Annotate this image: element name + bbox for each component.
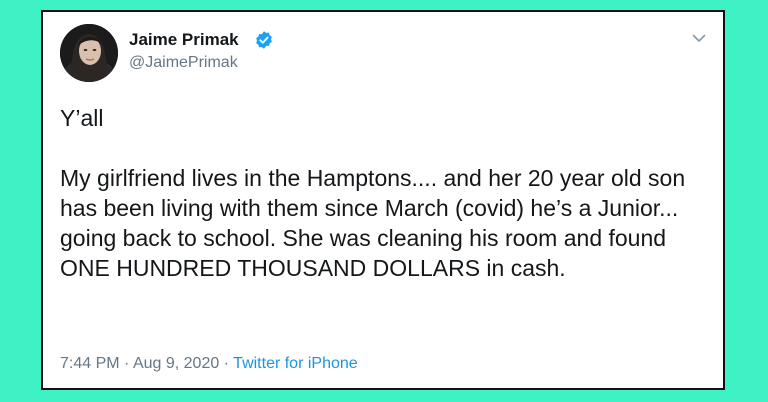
avatar[interactable] bbox=[60, 24, 118, 82]
tweet-card: Jaime Primak @JaimePrimak Y’all My girlf… bbox=[41, 10, 725, 390]
avatar-image bbox=[60, 24, 118, 82]
handle[interactable]: @JaimePrimak bbox=[129, 54, 238, 72]
tweet-time[interactable]: 7:44 PM bbox=[60, 355, 120, 372]
tweet-meta: 7:44 PM · Aug 9, 2020 · Twitter for iPho… bbox=[60, 355, 358, 373]
tweet-date[interactable]: Aug 9, 2020 bbox=[133, 355, 219, 372]
meta-separator: · bbox=[119, 355, 133, 372]
tweet-text: Y’all My girlfriend lives in the Hampton… bbox=[60, 103, 715, 283]
tweet-source-link[interactable]: Twitter for iPhone bbox=[233, 355, 358, 372]
tweet-paragraph: Y’all bbox=[60, 105, 104, 131]
chevron-down-icon[interactable] bbox=[691, 30, 707, 46]
meta-separator: · bbox=[219, 355, 234, 372]
tweet-paragraph: My girlfriend lives in the Hamptons.... … bbox=[60, 165, 686, 281]
verified-badge-icon bbox=[256, 31, 272, 49]
display-name[interactable]: Jaime Primak bbox=[129, 30, 239, 50]
